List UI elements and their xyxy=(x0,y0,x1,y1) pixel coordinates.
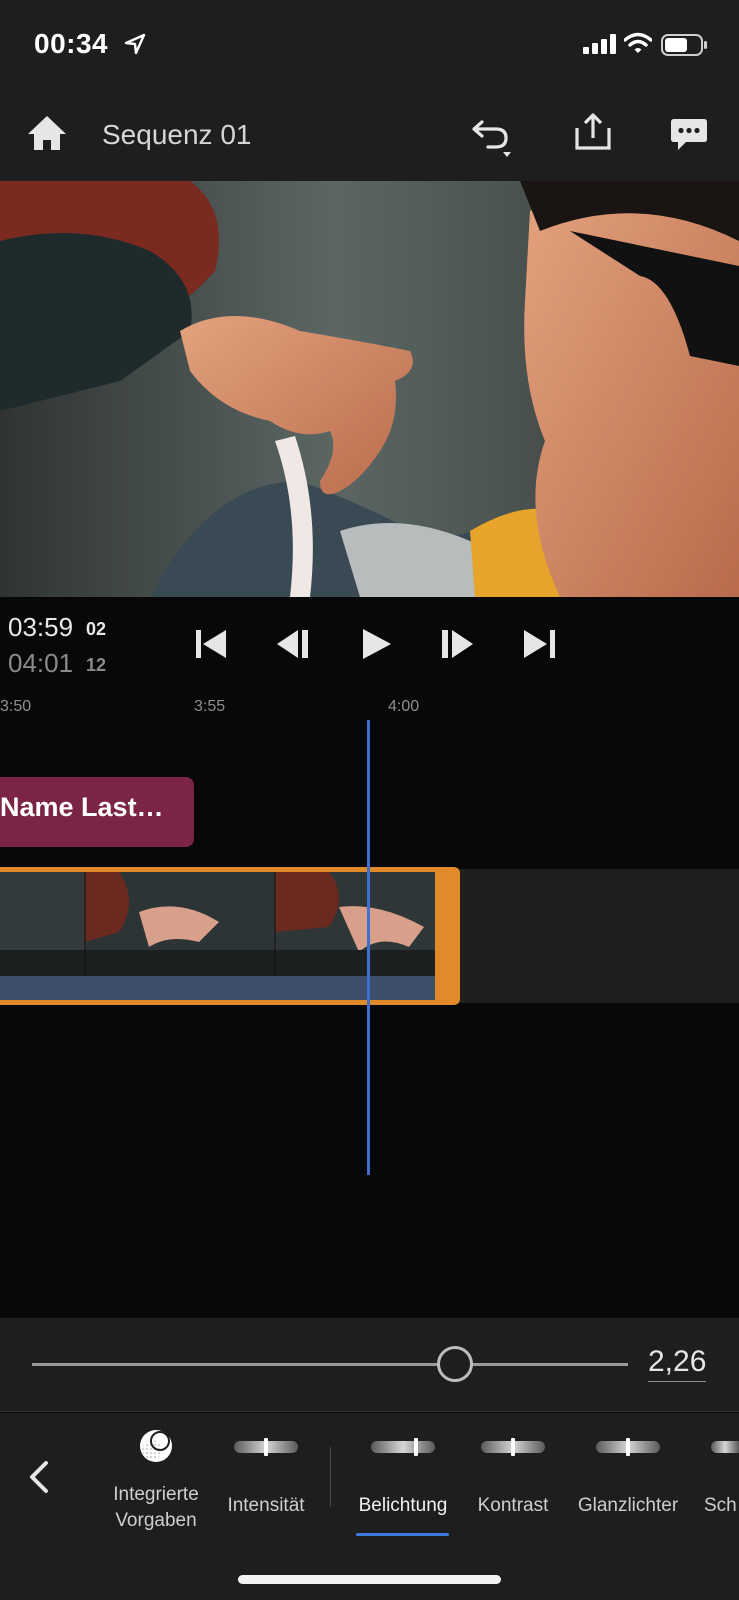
adjustment-panel: 2,26 xyxy=(0,1318,739,1412)
top-bar xyxy=(0,0,739,181)
active-tab-indicator xyxy=(356,1533,449,1536)
video-preview[interactable] xyxy=(0,181,739,597)
home-indicator[interactable] xyxy=(238,1575,501,1584)
tool-presets[interactable]: Integrierte Vorgaben xyxy=(108,1482,204,1534)
ruler-label: 4:00 xyxy=(388,698,420,715)
skip-to-start-icon[interactable] xyxy=(192,624,232,664)
shadows-slider-icon xyxy=(711,1441,739,1453)
playhead[interactable] xyxy=(367,720,370,1175)
tool-presets-line1: Integrierte xyxy=(113,1484,199,1505)
contrast-slider-icon xyxy=(481,1438,545,1456)
current-timecode-frames: 02 xyxy=(86,619,107,639)
chevron-left-icon[interactable] xyxy=(26,1457,52,1497)
toolbar-divider xyxy=(330,1447,331,1507)
tool-shadows[interactable]: Sch xyxy=(704,1495,737,1517)
battery-icon xyxy=(661,34,707,56)
comments-icon[interactable] xyxy=(670,116,708,154)
undo-icon[interactable] xyxy=(470,116,516,158)
presets-icon[interactable] xyxy=(137,1427,175,1465)
tool-presets-line2: Vorgaben xyxy=(115,1510,197,1531)
title-clip-label: Name Last… xyxy=(0,792,164,822)
intensity-slider-icon xyxy=(234,1438,298,1456)
adjustment-slider-track[interactable] xyxy=(32,1363,628,1366)
status-time: 00:34 xyxy=(34,28,109,59)
ruler-label: 3:50 xyxy=(0,698,32,715)
tool-exposure[interactable]: Belichtung xyxy=(354,1495,452,1517)
tool-contrast[interactable]: Kontrast xyxy=(466,1495,560,1517)
total-duration-frames: 12 xyxy=(86,655,107,675)
share-icon[interactable] xyxy=(573,112,613,152)
play-icon[interactable] xyxy=(356,624,396,664)
location-arrow-icon xyxy=(124,33,146,55)
tool-intensity[interactable]: Intensität xyxy=(222,1495,310,1517)
highlights-slider-icon xyxy=(596,1438,660,1456)
video-frame-image xyxy=(0,181,739,597)
exposure-slider-icon xyxy=(371,1438,435,1456)
video-clip[interactable] xyxy=(0,867,460,1005)
sequence-title[interactable]: Sequenz 01 xyxy=(102,119,251,151)
cellular-signal-icon xyxy=(583,34,616,54)
home-icon[interactable] xyxy=(26,113,68,153)
adjustment-slider-thumb[interactable] xyxy=(437,1346,474,1382)
ruler-label: 3:55 xyxy=(194,698,226,715)
current-timecode: 03:59 xyxy=(8,612,74,642)
step-forward-icon[interactable] xyxy=(438,624,478,664)
tool-highlights[interactable]: Glanzlichter xyxy=(572,1495,684,1517)
wifi-icon xyxy=(624,32,652,53)
adjustment-value[interactable]: 2,26 xyxy=(648,1345,707,1382)
skip-to-end-icon[interactable] xyxy=(520,624,560,664)
total-duration: 04:01 xyxy=(8,648,74,678)
step-back-icon[interactable] xyxy=(274,624,314,664)
